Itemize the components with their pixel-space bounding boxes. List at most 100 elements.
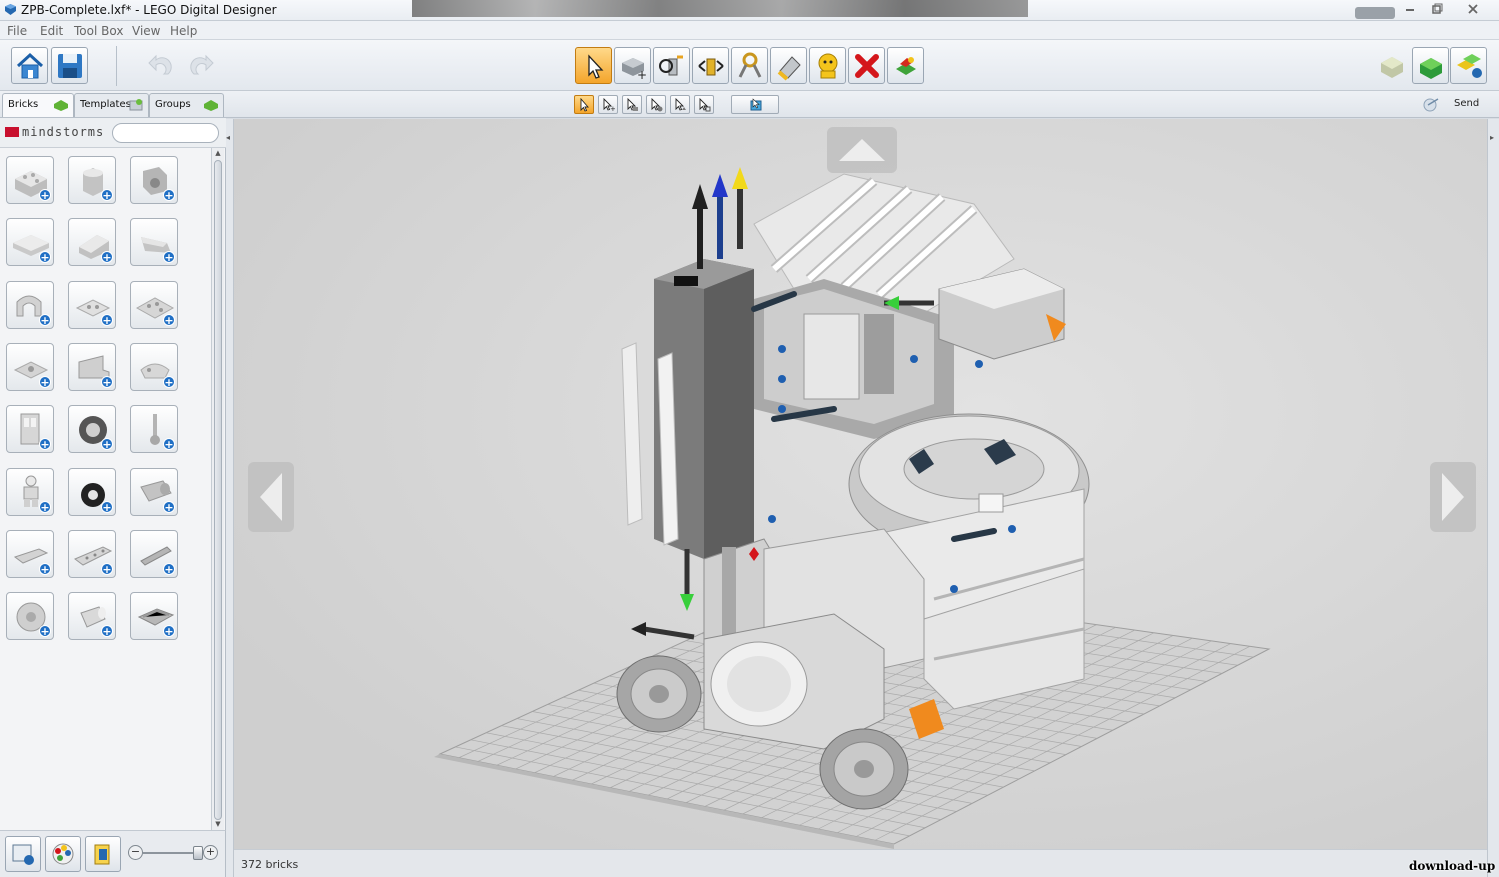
hide-tool-icon [818,53,838,79]
instructions-mode-button[interactable] [1450,47,1487,84]
zoom-out-icon[interactable]: − [128,845,143,860]
brick-search-input[interactable] [112,123,219,143]
palette-brick-gear-disc[interactable]: + [6,592,54,641]
palette-brick-brick-2x4[interactable]: + [6,156,54,204]
save-icon [58,54,82,78]
menu-view[interactable]: View [132,24,160,38]
palette-brick-cylinder-brick[interactable]: + [68,592,116,641]
palette-brick-technic-axle[interactable]: + [130,529,178,578]
palette-header: mindstorms [0,118,226,148]
palette-scrollbar[interactable]: ▲ ▼ [211,148,224,830]
palette-brick-grille-plate[interactable]: + [130,592,178,641]
view-mode-button[interactable] [1412,47,1449,84]
nav-right-arrow[interactable] [1430,462,1476,532]
app-icon [5,4,16,15]
scroll-up-icon[interactable]: ▲ [214,149,222,157]
nav-up-arrow[interactable] [827,127,897,173]
add-brick-icon: + [39,313,51,327]
palette-brick-minifig-accessory[interactable]: + [130,342,178,391]
hide-tool-button[interactable] [809,47,846,84]
hinge-align-tool-button[interactable] [692,47,729,84]
add-brick-icon: + [163,375,175,389]
decorate-tool-button[interactable] [887,47,924,84]
tab-groups[interactable]: Groups [149,93,224,117]
zoom-slider-thumb[interactable] [193,846,203,860]
right-panel-collapse[interactable]: ▸ [1487,119,1499,877]
collapse-left-icon: ◂ [226,133,231,142]
paint-tool-icon [777,56,801,81]
select-same-color-button[interactable] [646,95,666,114]
palette-brick-engine-part[interactable]: + [130,467,178,516]
palette-brick-plate-1x6[interactable]: + [6,218,54,267]
palette-brick-plate-2x2[interactable]: + [68,280,116,329]
model-info-button[interactable] [85,836,121,872]
palette-scroll-thumb[interactable] [214,160,222,820]
multi-select-icon: + [603,98,615,112]
multi-select-button[interactable]: + [598,95,618,114]
zoom-in-icon[interactable]: + [203,845,218,860]
group-select-button[interactable] [731,95,779,114]
clone-tool-icon: + [622,58,647,81]
home-button[interactable] [11,47,48,84]
paint-tool-button[interactable] [770,47,807,84]
palette-brick-gear-wheel[interactable]: + [68,405,116,454]
brick-palette-view-button[interactable] [5,836,41,872]
send-label[interactable]: Send [1454,98,1479,109]
menu-edit[interactable]: Edit [40,24,63,38]
palette-brick-minifigure[interactable]: + [6,467,54,516]
flex-tool-button[interactable] [731,47,768,84]
palette-brick-tire-wheel[interactable]: + [68,467,116,516]
palette-brick-arch-brick[interactable]: + [6,280,54,329]
palette-brick-wedge-brick[interactable]: + [130,218,178,267]
add-brick-icon: + [101,438,113,452]
palette-brick-panel-brick[interactable]: + [68,342,116,391]
restore-icon [1432,3,1443,14]
tab-templates[interactable]: Templates [74,93,149,117]
group-select-icon [750,98,762,111]
menu-help[interactable]: Help [170,24,197,38]
tab-groups-label: Groups [155,99,191,110]
scroll-down-icon[interactable]: ▼ [214,820,222,828]
save-button[interactable] [51,47,88,84]
left-panel-collapse[interactable]: ◂ [226,119,234,877]
clone-tool-button[interactable]: + [614,47,651,84]
invert-select-button[interactable] [694,95,714,114]
select-connected-button[interactable] [622,95,642,114]
select-tool-button[interactable] [575,47,612,84]
add-brick-icon: + [163,313,175,327]
add-brick-icon: + [163,251,175,265]
color-palette-button[interactable] [45,836,81,872]
select-tool-icon [588,54,604,79]
model-info-icon [94,844,110,865]
maximize-button[interactable] [1419,0,1455,18]
send-icon[interactable] [1422,96,1440,112]
redo-button[interactable] [186,52,216,80]
select-same-shape-button[interactable] [670,95,690,114]
palette-brick-brick-technic-corner[interactable]: + [130,156,178,204]
palette-brick-jumper-plate[interactable]: + [6,342,54,391]
lego-logo [5,127,19,137]
palette-brick-wrench-tool[interactable]: + [130,405,178,454]
add-brick-icon: + [39,500,51,514]
blurred-tab-strip [412,0,1028,17]
undo-icon [148,54,172,75]
palette-brick-plate-2x3[interactable]: + [130,280,178,329]
redo-icon [190,54,214,75]
undo-button[interactable] [146,52,176,80]
3d-viewport[interactable] [234,119,1487,849]
menu-toolbox[interactable]: Tool Box [74,24,123,38]
zoom-slider-track[interactable] [143,852,199,854]
menu-file[interactable]: File [7,24,27,38]
delete-tool-button[interactable] [848,47,885,84]
close-button[interactable] [1455,0,1491,18]
tab-bricks[interactable]: Bricks [2,93,74,117]
palette-brick-door-brick[interactable]: + [6,405,54,454]
palette-brick-technic-beam-short[interactable]: + [6,529,54,578]
hinge-tool-button[interactable] [653,47,690,84]
palette-brick-brick-round[interactable]: + [68,156,116,204]
palette-brick-slope-brick[interactable]: + [68,218,116,267]
palette-brick-technic-beam-long[interactable]: + [68,529,116,578]
single-select-button[interactable] [574,95,594,114]
nav-left-arrow[interactable] [248,462,294,532]
build-mode-button[interactable] [1374,47,1411,84]
